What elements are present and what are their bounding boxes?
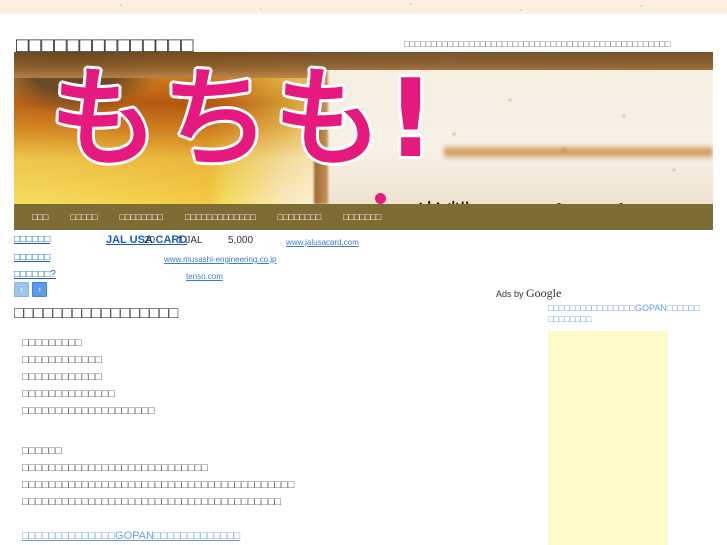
ad-number-1: 20 [144,235,156,246]
article-inline-link[interactable]: □□□□□□□□□□□□□□GOPAN□□□□□□□□□□□□□ [22,528,240,544]
ad-mid-text: † JAL [177,235,203,246]
article-line: □□□□□□□□□□□□ [22,371,102,383]
sidebar-ad-placeholder[interactable] [548,331,668,545]
nav-item-5[interactable]: □□□□□□□□ [278,204,322,230]
google-wordmark: Google [526,286,562,300]
top-ad-block: □□□□□□ JAL USA CARD 20 † JAL 5,000 www.j… [14,232,484,297]
main-navigation: □□□ □□□□□ □□□□□□□□ □□□□□□□□□□□□□ □□□□□□□… [14,204,713,230]
sidebar-ad-block: □□□□□□□□□□□□□□□□GOPAN□□□□□□□□□□□□□□ [548,303,708,325]
nav-item-6[interactable]: □□□□□□□ [343,204,381,230]
chevron-left-icon[interactable]: ‹ [14,282,29,297]
ad-carousel-controls: ‹ › [14,282,47,297]
bread-crust-streak [444,144,713,160]
article-line: □□□□□□□□□□□□□□□□□□□□□□□□□□□□□□□□□□□□□□□ [22,496,282,508]
site-header: □□□□□□□□□□□□□□ □□□□□□□□□□□□□□□□□□□□□□□□□… [0,14,727,57]
site-description: □□□□□□□□□□□□□□□□□□□□□□□□□□□□□□□□□□□□□□□□… [404,39,671,49]
nav-item-2[interactable]: □□□□□ [70,204,97,230]
ad-url-link[interactable]: www.musashi-engineering.co.jp [164,252,277,268]
article-line: □□□□□□□□□□□□□□□□□□□□□□□□□□□□ [22,462,209,474]
article-line: □□□□□□□□□□□□□□ [22,388,116,400]
ad-url-link[interactable]: tenso.com [186,269,223,285]
ad-blank-link[interactable]: □□□□□□ [14,232,50,248]
chevron-right-icon[interactable]: › [32,282,47,297]
ads-by-prefix: Ads by [496,289,527,299]
page-root: □□□□□□□□□□□□□□ □□□□□□□□□□□□□□□□□□□□□□□□□… [0,0,727,545]
banner-title: もちも! [50,57,440,182]
nav-item-home[interactable]: □□□ [32,204,48,230]
article-line: □□□□□□□□□□□□□□□□□□□□ [22,405,155,417]
article-heading: □□□□□□□□□□□□□□□□□ [14,305,179,322]
ad-url-link[interactable]: www.jalusacard.com [286,235,359,251]
site-banner-image: もちも! 〜 米粉でモチモチ 〜 [14,52,713,204]
article-paragraph-1: □□□□□□□□□ □□□□□□□□□□□□ □□□□□□□□□□□□ □□□□… [22,335,482,420]
ad-number-2: 5,000 [228,235,254,246]
nav-item-4[interactable]: □□□□□□□□□□□□□ [185,204,256,230]
ad-blank-link[interactable]: □□□□□□? [14,267,56,283]
top-decorative-strip [0,0,727,14]
nav-item-3[interactable]: □□□□□□□□ [120,204,164,230]
article-paragraph-2: □□□□□□ □□□□□□□□□□□□□□□□□□□□□□□□□□□□ □□□□… [22,443,482,511]
article-line: □□□□□□□□□□□□ [22,354,102,366]
ads-by-google-label: Ads by Google [496,286,561,301]
article-line: □□□□□□□□□ [22,337,82,349]
sidebar-ad-link[interactable]: □□□□□□□□□□□□□□□□GOPAN□□□□□□□□□□□□□□ [548,303,700,325]
article-line: □□□□□□□□□□□□□□□□□□□□□□□□□□□□□□□□□□□□□□□□… [22,479,295,491]
ad-blank-link[interactable]: □□□□□□ [14,250,50,266]
article-body: □□□□□□□□□□□□□□□□□ □□□□□□□□□ □□□□□□□□□□□□… [14,303,484,542]
article-line: □□□□□□ [22,445,62,457]
